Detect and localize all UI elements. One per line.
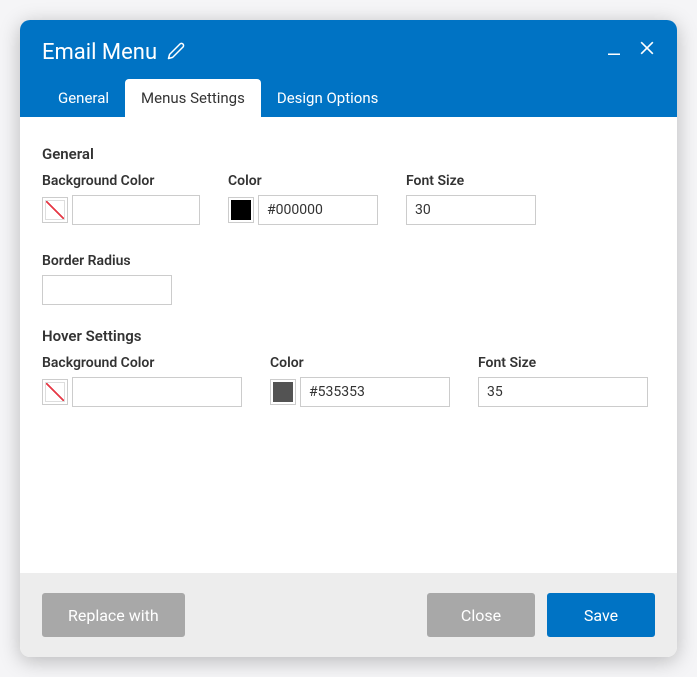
minimize-button[interactable] bbox=[605, 40, 623, 58]
dialog-content: General Background Color Color Font Size bbox=[20, 117, 677, 573]
label-hover-font-size: Font Size bbox=[478, 355, 648, 371]
label-bg-color: Background Color bbox=[42, 173, 200, 189]
hover-bg-color-swatch[interactable] bbox=[42, 379, 68, 405]
settings-dialog: Email Menu General Menus Settings Design… bbox=[20, 20, 677, 657]
edit-icon[interactable] bbox=[167, 42, 185, 64]
bg-color-input[interactable] bbox=[72, 195, 200, 225]
close-button[interactable] bbox=[637, 38, 657, 58]
label-hover-color: Color bbox=[270, 355, 450, 371]
label-font-size: Font Size bbox=[406, 173, 536, 189]
section-heading-general: General bbox=[42, 145, 655, 163]
color-input[interactable] bbox=[258, 195, 378, 225]
color-swatch[interactable] bbox=[228, 197, 254, 223]
hover-color-input[interactable] bbox=[300, 377, 450, 407]
border-radius-input[interactable] bbox=[42, 275, 172, 305]
close-footer-button[interactable]: Close bbox=[427, 593, 535, 637]
tab-menus-settings[interactable]: Menus Settings bbox=[125, 79, 261, 117]
dialog-header: Email Menu General Menus Settings Design… bbox=[20, 20, 677, 117]
hover-color-swatch[interactable] bbox=[270, 379, 296, 405]
hover-font-size-input[interactable] bbox=[478, 377, 648, 407]
hover-bg-color-input[interactable] bbox=[72, 377, 242, 407]
dialog-footer: Replace with Close Save bbox=[20, 573, 677, 657]
label-border-radius: Border Radius bbox=[42, 253, 172, 269]
dialog-title: Email Menu bbox=[42, 40, 157, 65]
bg-color-swatch[interactable] bbox=[42, 197, 68, 223]
section-heading-hover: Hover Settings bbox=[42, 327, 655, 345]
label-color: Color bbox=[228, 173, 378, 189]
tab-general[interactable]: General bbox=[42, 79, 125, 117]
tab-bar: General Menus Settings Design Options bbox=[42, 79, 655, 117]
replace-with-button[interactable]: Replace with bbox=[42, 593, 185, 637]
tab-design-options[interactable]: Design Options bbox=[261, 79, 395, 117]
save-button[interactable]: Save bbox=[547, 593, 655, 637]
font-size-input[interactable] bbox=[406, 195, 536, 225]
label-hover-bg-color: Background Color bbox=[42, 355, 242, 371]
